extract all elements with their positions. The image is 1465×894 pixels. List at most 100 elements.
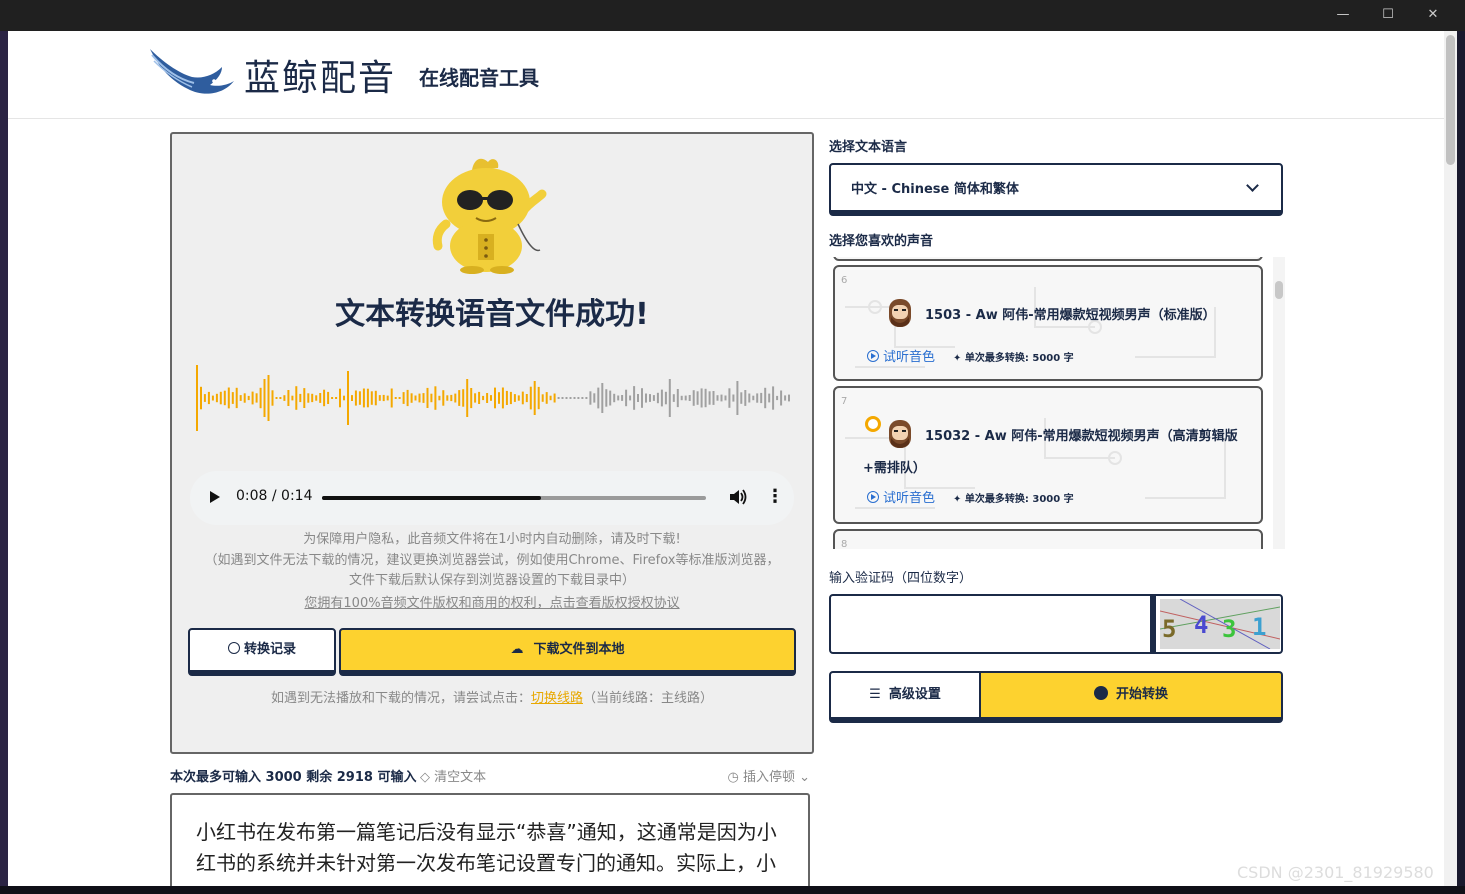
waveform-bar — [672, 394, 675, 402]
captcha-image[interactable]: 5 4 3 1 — [1152, 594, 1283, 654]
voice-list-scrollbar-thumb[interactable] — [1275, 281, 1283, 299]
start-conversion-button[interactable]: 开始转换 — [981, 671, 1283, 723]
waveform-bar — [327, 391, 330, 404]
waveform-bar — [649, 394, 651, 402]
license-link[interactable]: 您拥有100%音频文件版权和商用的权利，点击查看版权授权协议 — [304, 596, 679, 611]
waveform-bar — [637, 394, 639, 402]
insert-pause-label: 插入停顿 — [742, 770, 795, 785]
voice-card-partial[interactable] — [833, 257, 1263, 261]
voice-card[interactable]: 8 — [833, 529, 1263, 549]
captcha-input[interactable] — [829, 594, 1152, 654]
language-select[interactable]: 中文 - Chinese 简体和繁体 — [829, 163, 1283, 216]
waveform-bar — [621, 395, 624, 401]
waveform-bar — [442, 390, 445, 406]
selected-radio-icon[interactable] — [865, 416, 881, 432]
waveform-bar — [696, 391, 699, 405]
waveform-bar — [513, 394, 516, 402]
waveform-bar — [291, 395, 294, 401]
waveform-bar — [716, 395, 719, 401]
waveform-bar — [549, 395, 552, 401]
voice-list[interactable]: 6 1503 - Aw 阿伟-常用爆款短视频男声（标准版） 试听音色 ✦ 单次最… — [831, 257, 1271, 549]
waveform-bar — [509, 391, 512, 405]
waveform-bar — [664, 391, 667, 405]
waveform-bar — [378, 395, 381, 401]
cloud-download-icon: ☁ — [510, 642, 524, 657]
advanced-settings-label: 高级设置 — [888, 687, 941, 702]
waveform-bar — [557, 397, 560, 399]
play-circle-icon — [1093, 686, 1108, 700]
logo-text[interactable]: 蓝鲸配音 — [244, 49, 396, 101]
switch-line-link[interactable]: 切换线路 — [531, 691, 583, 706]
captcha-digit: 5 — [1162, 615, 1177, 643]
waveform-bar — [756, 393, 759, 403]
voice-card[interactable]: 6 1503 - Aw 阿伟-常用爆款短视频男声（标准版） 试听音色 ✦ 单次最… — [833, 265, 1263, 381]
waveform-bar — [227, 387, 230, 409]
advanced-settings-button[interactable]: ☰ 高级设置 — [829, 671, 981, 723]
waveform-bar — [414, 395, 417, 401]
eraser-icon: ◇ — [420, 770, 435, 785]
success-title: 文本转换语音文件成功! — [335, 297, 649, 332]
page-scrollbar-thumb[interactable] — [1446, 35, 1455, 165]
waveform-bar — [235, 387, 238, 409]
waveform-bar — [239, 395, 242, 401]
waveform-bar — [784, 395, 787, 401]
waveform-bar — [486, 393, 489, 403]
whale-logo-icon[interactable] — [148, 45, 238, 103]
waveform-bar — [748, 393, 751, 403]
privacy-note: 为保障用户隐私，此音频文件将在1小时内自动删除，请及时下载! — [303, 532, 681, 547]
waveform-bar — [319, 393, 322, 403]
waveform-bar — [732, 394, 735, 402]
clear-text-button[interactable]: ◇ 清空文本 — [420, 766, 486, 785]
more-options-icon[interactable]: ⋮ — [766, 485, 784, 509]
waveform-bar — [525, 394, 528, 403]
waveform-bar — [498, 392, 500, 404]
voice-number: 8 — [841, 539, 848, 549]
listen-button[interactable]: 试听音色 — [867, 487, 935, 506]
site-header: 蓝鲸配音 在线配音工具 — [8, 31, 1444, 119]
waveform-bar — [788, 394, 790, 402]
waveform-bar — [581, 397, 584, 399]
waveform-bar — [521, 391, 524, 405]
audio-waveform[interactable] — [194, 362, 794, 434]
waveform-bar — [279, 397, 282, 399]
waveform-bar — [720, 394, 723, 402]
waveform-bar — [450, 394, 453, 402]
waveform-bar — [688, 395, 691, 401]
captcha-digit: 1 — [1252, 613, 1267, 641]
download-button[interactable]: ☁ 下载文件到本地 — [339, 628, 796, 676]
waveform-bar — [692, 390, 695, 406]
close-icon[interactable]: ✕ — [1418, 5, 1448, 25]
waveform-bar — [382, 394, 385, 402]
waveform-bar — [311, 393, 314, 403]
result-panel: 文本转换语音文件成功! 0:08 / 0:14 ⋮ 为保障用户隐私，此音频文件将… — [170, 132, 814, 754]
text-input-area[interactable]: 小红书在发布第一篇笔记后没有显示“恭喜”通知，这通常是因为小红书的系统并未针对第… — [170, 793, 810, 886]
waveform-bar — [374, 390, 377, 406]
waveform-bar — [200, 386, 202, 410]
captcha-label: 输入验证码（四位数字） — [829, 571, 973, 586]
audio-seek-bar[interactable] — [322, 496, 706, 500]
voice-name: 1503 - Aw 阿伟-常用爆款短视频男声（标准版） — [925, 308, 1216, 323]
maximize-icon[interactable]: ☐ — [1373, 5, 1403, 25]
audio-seek-progress — [322, 496, 542, 500]
history-button[interactable]: 转换记录 — [188, 628, 336, 676]
switch-line-suffix: （当前线路：主线路） — [583, 691, 714, 706]
waveform-bar — [617, 395, 620, 401]
waveform-bar — [478, 391, 481, 404]
volume-icon[interactable] — [728, 487, 748, 507]
waveform-bar — [358, 391, 361, 405]
waveform-bar — [577, 397, 580, 399]
voice-card-selected[interactable]: 7 15032 - Aw 阿伟-常用爆款短视频男声（高清剪辑版 +需排队） 试听… — [833, 386, 1263, 524]
page-scrollbar[interactable] — [1444, 31, 1457, 886]
waveform-bar — [462, 389, 465, 407]
minimize-icon[interactable]: — — [1328, 5, 1358, 25]
clear-text-label: 清空文本 — [434, 770, 487, 785]
voice-list-scrollbar[interactable] — [1273, 257, 1285, 549]
audio-player[interactable]: 0:08 / 0:14 ⋮ — [190, 471, 794, 525]
max-chars-text: 单次最多转换: 3000 字 — [964, 494, 1074, 505]
play-icon[interactable] — [210, 491, 220, 503]
language-selected-value: 中文 - Chinese 简体和繁体 — [851, 182, 1019, 197]
voice-name: 15032 - Aw 阿伟-常用爆款短视频男声（高清剪辑版 — [925, 429, 1238, 444]
waveform-bar — [339, 388, 341, 408]
insert-pause-button[interactable]: ◷ 插入停顿 ⌄ — [727, 766, 810, 785]
listen-button[interactable]: 试听音色 — [867, 346, 935, 365]
